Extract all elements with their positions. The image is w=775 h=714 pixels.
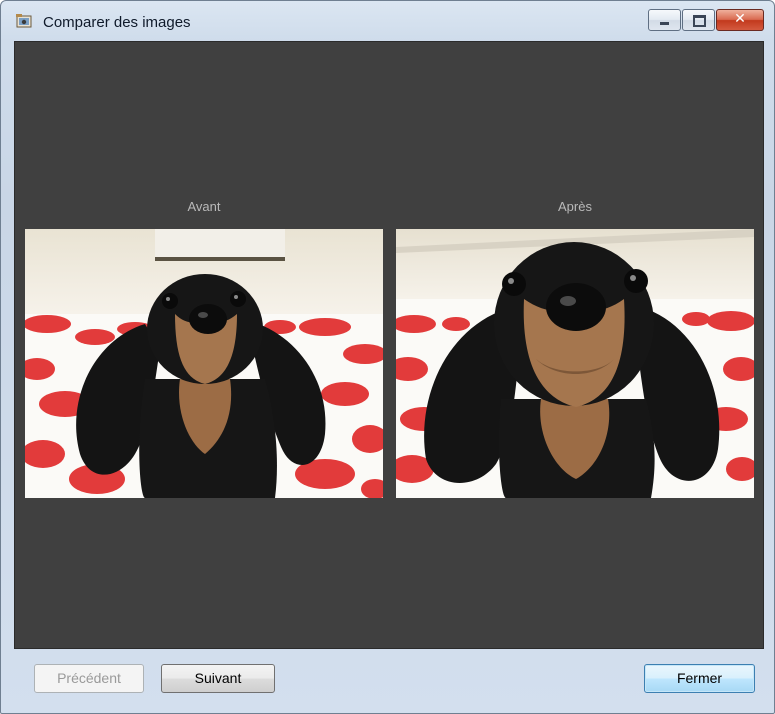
- before-image: [25, 229, 383, 498]
- before-label: Avant: [187, 199, 221, 214]
- minimize-button[interactable]: [648, 9, 681, 31]
- maximize-button[interactable]: [682, 9, 715, 31]
- photo-app-icon: [15, 13, 33, 29]
- close-button[interactable]: Fermer: [644, 664, 755, 693]
- minimize-icon: [660, 22, 669, 25]
- title-bar[interactable]: Comparer des images ✕: [1, 1, 774, 41]
- after-image: [396, 229, 754, 498]
- previous-button[interactable]: Précédent: [34, 664, 144, 693]
- image-compare-area: Avant Après: [14, 41, 764, 649]
- next-button[interactable]: Suivant: [161, 664, 275, 693]
- maximize-icon: [693, 15, 706, 27]
- window-title: Comparer des images: [43, 14, 191, 31]
- close-window-button[interactable]: ✕: [716, 9, 764, 31]
- close-icon: ✕: [734, 11, 746, 27]
- window-controls: ✕: [647, 9, 764, 31]
- after-label: Après: [558, 199, 592, 214]
- compare-images-window: Comparer des images ✕ Avant Après Précéd…: [0, 0, 775, 714]
